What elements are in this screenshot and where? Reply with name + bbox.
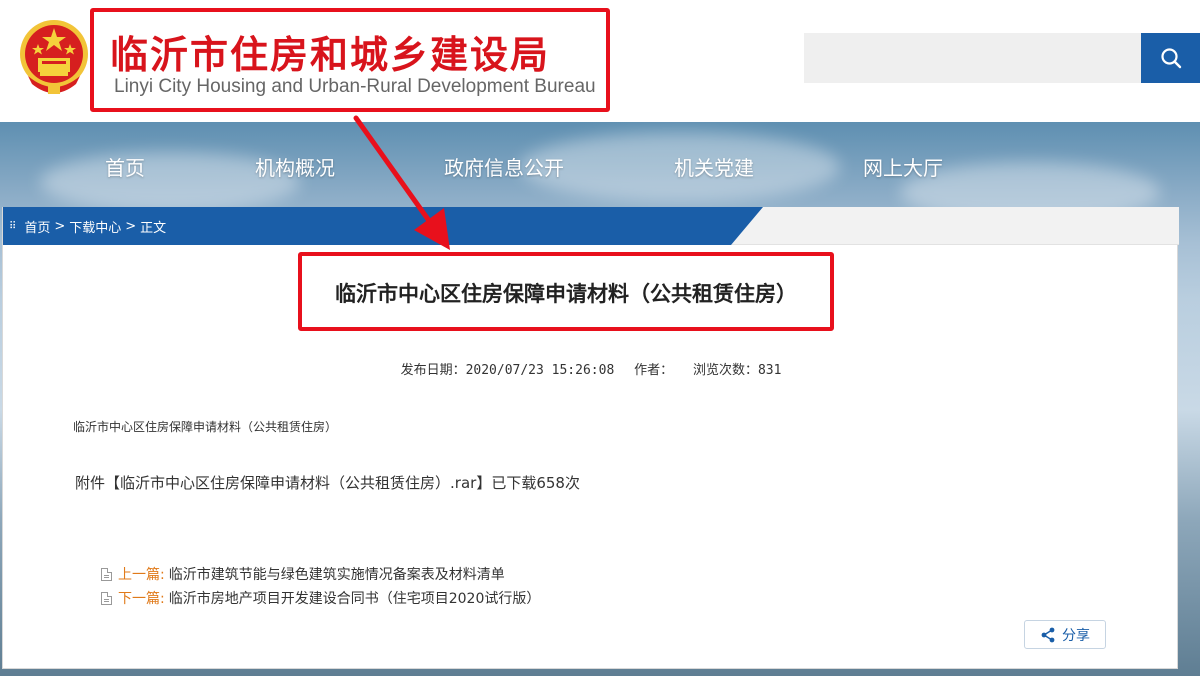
nav-item-party[interactable]: 机关党建 [674,152,754,181]
search-input[interactable] [804,33,1141,83]
attachment-download-count: 】已下载658次 [476,474,580,492]
search-button[interactable] [1141,33,1200,83]
article-title-highlight: 临沂市中心区住房保障申请材料（公共租赁住房） [298,252,834,331]
breadcrumb-dots-icon: ⠿ [9,221,17,232]
national-emblem-icon [20,20,88,94]
breadcrumb-section[interactable]: 下载中心 [69,217,121,236]
breadcrumb-bar: ⠿ 首页 > 下载中心 > 正文 [3,207,1179,245]
breadcrumb: ⠿ 首页 > 下载中心 > 正文 [9,217,166,236]
prev-article-link[interactable]: 临沂市建筑节能与绿色建筑实施情况备案表及材料清单 [169,564,505,584]
breadcrumb-separator: > [54,219,66,234]
author: 作者： [634,363,674,378]
article-title: 临沂市中心区住房保障申请材料（公共租赁住房） [335,282,797,306]
site-header: 临沂市住房和城乡建设局 Linyi City Housing and Urban… [0,0,1200,122]
nav-item-gov-info[interactable]: 政府信息公开 [444,152,564,181]
prev-article-label: 上一篇: [118,567,165,583]
next-article-label: 下一篇: [118,591,165,607]
search-icon [1160,48,1181,69]
document-icon [101,567,112,581]
breadcrumb-current: 正文 [140,221,167,236]
site-subtitle: Linyi City Housing and Urban-Rural Devel… [114,76,596,97]
article-body-text: 临沂市中心区住房保障申请材料（公共租赁住房） [73,420,338,434]
nav-item-about[interactable]: 机构概况 [255,152,335,181]
article-meta: 发布日期：2020/07/23 15:26:08 作者： 浏览次数：831 [3,359,1179,378]
share-icon [1041,627,1055,642]
nav-item-online-hall[interactable]: 网上大厅 [863,152,943,181]
next-article-link[interactable]: 临沂市房地产项目开发建设合同书（住宅项目2020试行版） [169,588,541,608]
site-logo-highlight: 临沂市住房和城乡建设局 Linyi City Housing and Urban… [90,8,610,112]
prev-article-row: 上一篇: 临沂市建筑节能与绿色建筑实施情况备案表及材料清单 [101,564,505,584]
nav-item-home[interactable]: 首页 [105,152,145,181]
attachment-line: 附件【临沂市中心区住房保障申请材料（公共租赁住房）.rar】已下载658次 [75,472,580,493]
attachment-prefix: 附件【 [75,474,121,492]
breadcrumb-separator: > [125,219,137,234]
view-count: 浏览次数：831 [692,363,782,378]
site-title: 临沂市住房和城乡建设局 [110,33,551,77]
attachment-link[interactable]: 临沂市中心区住房保障申请材料（公共租赁住房）.rar [120,474,476,492]
publish-date: 发布日期：2020/07/23 15:26:08 [400,363,615,378]
article-panel: ⠿ 首页 > 下载中心 > 正文 临沂市中心区住房保障申请材料（公共租赁住房） … [2,207,1179,669]
next-article-row: 下一篇: 临沂市房地产项目开发建设合同书（住宅项目2020试行版） [101,588,540,608]
breadcrumb-home[interactable]: 首页 [24,217,50,236]
main-nav: 首页 机构概况 政府信息公开 机关党建 网上大厅 [0,122,1200,208]
share-button[interactable]: 分享 [1024,620,1106,649]
share-label: 分享 [1062,627,1090,644]
document-icon [101,591,112,605]
